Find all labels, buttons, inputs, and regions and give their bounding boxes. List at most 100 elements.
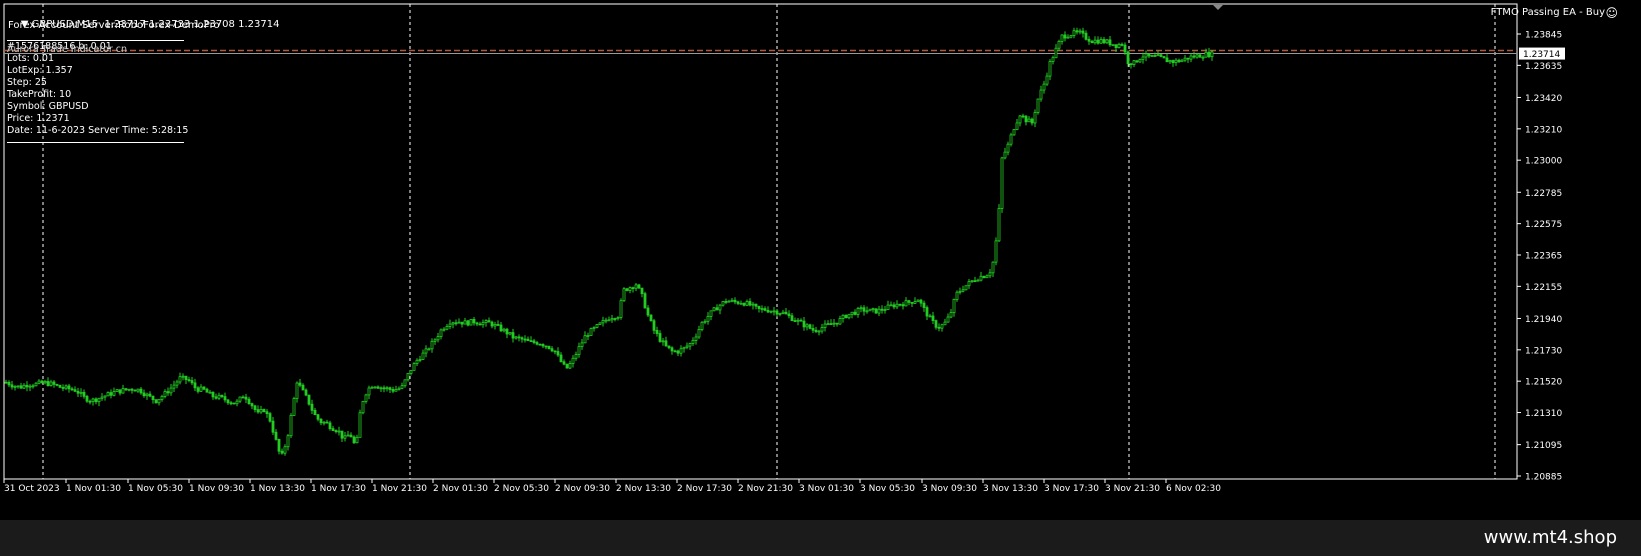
candle-body bbox=[490, 321, 494, 327]
candle-body bbox=[457, 321, 461, 324]
x-tick-label: 2 Nov 17:30 bbox=[677, 484, 732, 494]
candle-body bbox=[847, 313, 851, 319]
candle-body bbox=[523, 338, 527, 341]
candle-body bbox=[781, 311, 785, 314]
candle-body bbox=[670, 347, 674, 352]
candle-body bbox=[442, 328, 446, 331]
candle-body bbox=[466, 320, 470, 326]
y-tick-label: 1.21095 bbox=[1525, 441, 1562, 451]
candle-body bbox=[187, 379, 191, 382]
candle-body bbox=[475, 322, 479, 325]
candle-body bbox=[640, 287, 644, 294]
candle-body bbox=[427, 348, 431, 351]
candle-body bbox=[844, 314, 848, 319]
price-chart[interactable]: 1.23845 1.23635 1.23420 1.23210 1.23000 1.227… bbox=[0, 0, 1641, 520]
candle-body bbox=[763, 308, 767, 311]
candle-body bbox=[997, 208, 1001, 242]
candle-body bbox=[544, 345, 548, 348]
y-tick-label: 1.23635 bbox=[1525, 62, 1562, 72]
candle-body bbox=[637, 284, 641, 289]
candle-body bbox=[778, 313, 782, 315]
candle-body bbox=[1018, 115, 1022, 124]
candle-body bbox=[217, 394, 221, 399]
candle-body bbox=[1117, 43, 1121, 49]
candle-body bbox=[481, 322, 485, 326]
candle-body bbox=[877, 308, 881, 314]
candle-body bbox=[652, 320, 656, 331]
candle-body bbox=[943, 321, 947, 326]
candle-body bbox=[529, 340, 533, 343]
candle-body bbox=[757, 305, 761, 309]
x-tick-label: 3 Nov 05:30 bbox=[860, 484, 915, 494]
candle-body bbox=[298, 382, 302, 386]
candle-body bbox=[43, 381, 47, 384]
candle-body bbox=[1162, 56, 1166, 59]
candle-body bbox=[1207, 51, 1211, 58]
candle-body bbox=[31, 385, 35, 388]
candle-body bbox=[694, 336, 698, 341]
candle-body bbox=[169, 387, 173, 394]
candle-body bbox=[370, 386, 374, 389]
candle-body bbox=[1114, 44, 1118, 49]
y-tick-label: 1.23420 bbox=[1525, 94, 1562, 104]
candle-body bbox=[148, 393, 152, 397]
candle-body bbox=[226, 399, 230, 404]
candle-body bbox=[649, 314, 653, 322]
candle-body bbox=[22, 384, 26, 389]
candle-body bbox=[82, 391, 86, 397]
candle-body bbox=[196, 387, 200, 392]
info-divider-bottom bbox=[7, 142, 184, 143]
candle-body bbox=[136, 388, 140, 392]
candle-body bbox=[268, 413, 272, 422]
candle-body bbox=[1156, 54, 1160, 57]
x-tick-label: 1 Nov 21:30 bbox=[372, 484, 427, 494]
candle-body bbox=[283, 446, 287, 454]
candle-body bbox=[892, 304, 896, 308]
candle-body bbox=[394, 389, 398, 392]
candle-body bbox=[124, 388, 128, 391]
candle-body bbox=[451, 322, 455, 325]
candle-body bbox=[1153, 55, 1157, 57]
candle-body bbox=[67, 385, 71, 390]
candle-body bbox=[247, 398, 251, 405]
candle-body bbox=[121, 388, 125, 394]
candle-body bbox=[1189, 55, 1193, 60]
candle-body bbox=[253, 405, 257, 410]
candle-body bbox=[604, 319, 608, 322]
candle-body bbox=[634, 284, 638, 289]
candle-body bbox=[739, 302, 743, 305]
x-tick-label: 2 Nov 09:30 bbox=[555, 484, 610, 494]
candle-body bbox=[70, 388, 74, 391]
candle-body bbox=[832, 322, 836, 325]
candle-body bbox=[730, 299, 734, 302]
candle-body bbox=[655, 329, 659, 334]
candle-body bbox=[10, 384, 14, 388]
candle-body bbox=[736, 301, 740, 304]
candle-body bbox=[865, 310, 869, 313]
candle-body bbox=[205, 388, 209, 393]
candle-body bbox=[496, 323, 500, 326]
smiley-icon[interactable]: ☺ bbox=[1605, 6, 1618, 20]
candle-body bbox=[262, 409, 266, 413]
candle-body bbox=[751, 303, 755, 306]
candle-body bbox=[550, 348, 554, 352]
info-takeprofit: TakeProfit: 10 bbox=[7, 89, 72, 100]
candle-body bbox=[397, 387, 401, 390]
candle-body bbox=[334, 430, 338, 433]
candle-body bbox=[1132, 60, 1136, 65]
candle-body bbox=[691, 340, 695, 344]
candle-body bbox=[97, 397, 101, 403]
candle-body bbox=[631, 287, 635, 290]
candle-body bbox=[514, 336, 518, 339]
candle-body bbox=[868, 308, 872, 312]
candle-body bbox=[535, 342, 539, 345]
candle-body bbox=[286, 435, 290, 448]
chart-window[interactable]: 1.23845 1.23635 1.23420 1.23210 1.23000 1.227… bbox=[0, 0, 1641, 520]
candle-body bbox=[358, 412, 362, 438]
info-symbol: Symbol: GBPUSD bbox=[7, 101, 89, 112]
candle-body bbox=[505, 328, 509, 335]
candle-body bbox=[1201, 56, 1205, 59]
candle-body bbox=[988, 272, 992, 277]
candle-body bbox=[1057, 40, 1061, 49]
candle-body bbox=[424, 348, 428, 354]
